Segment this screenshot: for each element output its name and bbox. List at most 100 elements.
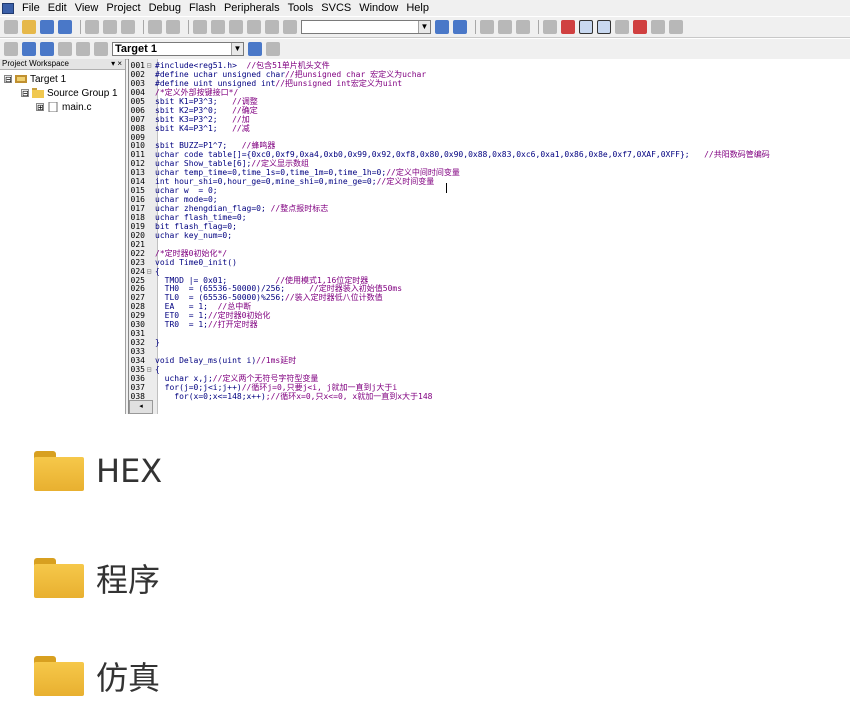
clear-bookmarks-icon[interactable]	[283, 20, 297, 34]
fold-marker[interactable]	[145, 276, 153, 285]
fold-marker[interactable]	[145, 240, 153, 249]
build-icon[interactable]	[22, 42, 36, 56]
workspace-toggle-icon[interactable]	[597, 20, 611, 34]
fold-marker[interactable]	[145, 213, 153, 222]
indent-icon[interactable]	[193, 20, 207, 34]
tree-node-source-group[interactable]: ⊟ Source Group 1	[21, 86, 118, 100]
menu-help[interactable]: Help	[402, 2, 433, 14]
fold-marker[interactable]	[145, 88, 153, 97]
find-in-files-icon[interactable]	[453, 20, 467, 34]
fold-marker[interactable]	[145, 195, 153, 204]
fold-marker[interactable]	[145, 302, 153, 311]
fold-marker[interactable]	[145, 329, 153, 338]
nav-forward-icon[interactable]	[498, 20, 512, 34]
fold-marker[interactable]	[145, 141, 153, 150]
tools-icon[interactable]	[615, 20, 629, 34]
rebuild-icon[interactable]	[40, 42, 54, 56]
menu-view[interactable]: View	[71, 2, 103, 14]
redo-icon[interactable]	[166, 20, 180, 34]
fold-marker[interactable]	[145, 347, 153, 356]
debug-session-icon[interactable]	[561, 20, 575, 34]
fold-marker[interactable]: ⊟	[145, 365, 153, 374]
bookmark-icon[interactable]	[229, 20, 243, 34]
fold-marker[interactable]	[145, 79, 153, 88]
save-all-icon[interactable]	[58, 20, 72, 34]
window-layout-icon[interactable]	[579, 20, 593, 34]
fold-marker[interactable]	[145, 311, 153, 320]
horizontal-scrollbar[interactable]: ◂	[129, 400, 153, 414]
options-icon[interactable]	[94, 42, 108, 56]
window-icon[interactable]	[651, 20, 665, 34]
expand-icon[interactable]: ⊞	[36, 103, 44, 112]
target-select[interactable]: Target 1 ▼	[112, 42, 244, 56]
fold-marker[interactable]	[145, 284, 153, 293]
print-icon[interactable]	[543, 20, 557, 34]
fold-marker[interactable]	[145, 115, 153, 124]
menu-window[interactable]: Window	[355, 2, 402, 14]
fold-marker[interactable]	[145, 374, 153, 383]
config-icon[interactable]	[669, 20, 683, 34]
fold-marker[interactable]	[145, 249, 153, 258]
save-icon[interactable]	[40, 20, 54, 34]
fold-marker[interactable]	[145, 258, 153, 267]
folder-hex[interactable]: HEX	[34, 451, 162, 491]
fold-marker[interactable]	[145, 293, 153, 302]
menu-file[interactable]: File	[18, 2, 44, 14]
fold-marker[interactable]: ⊟	[145, 61, 153, 70]
collapse-icon[interactable]: ⊟	[4, 75, 12, 84]
menu-tools[interactable]: Tools	[284, 2, 318, 14]
download-icon[interactable]	[76, 42, 90, 56]
fold-marker[interactable]	[145, 150, 153, 159]
code-editor[interactable]: 001 ⊟ #include<reg51.h> //包含51单片机头文件 002 #de…	[128, 59, 850, 414]
open-folder-icon[interactable]	[22, 20, 36, 34]
menu-project[interactable]: Project	[102, 2, 144, 14]
fold-marker[interactable]	[145, 231, 153, 240]
paste-icon[interactable]	[121, 20, 135, 34]
find-icon[interactable]	[435, 20, 449, 34]
target-options-icon[interactable]	[248, 42, 262, 56]
collapse-icon[interactable]: ⊟	[21, 89, 29, 98]
menu-edit[interactable]: Edit	[44, 2, 71, 14]
settings-icon[interactable]	[633, 20, 647, 34]
chevron-down-icon[interactable]: ▼	[231, 43, 243, 55]
manage-components-icon[interactable]	[266, 42, 280, 56]
outdent-icon[interactable]	[211, 20, 225, 34]
fold-marker[interactable]	[145, 356, 153, 365]
menu-flash[interactable]: Flash	[185, 2, 220, 14]
compile-icon[interactable]	[4, 42, 18, 56]
stop-build-icon[interactable]	[58, 42, 72, 56]
prev-bookmark-icon[interactable]	[247, 20, 261, 34]
find-combo[interactable]: ▼	[301, 20, 431, 34]
menu-svcs[interactable]: SVCS	[317, 2, 355, 14]
fold-marker[interactable]	[145, 70, 153, 79]
fold-marker[interactable]	[145, 320, 153, 329]
fold-marker[interactable]	[145, 383, 153, 392]
fold-marker[interactable]	[145, 204, 153, 213]
fold-marker[interactable]	[145, 186, 153, 195]
source-browser-icon[interactable]	[516, 20, 530, 34]
menu-peripherals[interactable]: Peripherals	[220, 2, 284, 14]
fold-marker[interactable]: ⊟	[145, 267, 153, 276]
menu-debug[interactable]: Debug	[145, 2, 185, 14]
tree-node-main-c[interactable]: ⊞ main.c	[36, 100, 91, 114]
fold-marker[interactable]	[145, 97, 153, 106]
copy-icon[interactable]	[103, 20, 117, 34]
undo-icon[interactable]	[148, 20, 162, 34]
folder-simulation[interactable]: 仿真	[34, 653, 160, 699]
folder-program[interactable]: 程序	[34, 555, 160, 601]
chevron-down-icon[interactable]: ▼	[418, 21, 430, 33]
new-file-icon[interactable]	[4, 20, 18, 34]
tree-node-target[interactable]: ⊟ Target 1	[4, 72, 66, 86]
fold-marker[interactable]	[145, 159, 153, 168]
fold-marker[interactable]	[145, 177, 153, 186]
fold-marker[interactable]	[145, 133, 153, 142]
fold-marker[interactable]	[145, 168, 153, 177]
fold-marker[interactable]	[145, 222, 153, 231]
fold-marker[interactable]	[145, 124, 153, 133]
next-bookmark-icon[interactable]	[265, 20, 279, 34]
cut-icon[interactable]	[85, 20, 99, 34]
fold-marker[interactable]	[145, 106, 153, 115]
nav-back-icon[interactable]	[480, 20, 494, 34]
close-icon[interactable]: ▾ ×	[111, 59, 122, 69]
fold-marker[interactable]	[145, 338, 153, 347]
